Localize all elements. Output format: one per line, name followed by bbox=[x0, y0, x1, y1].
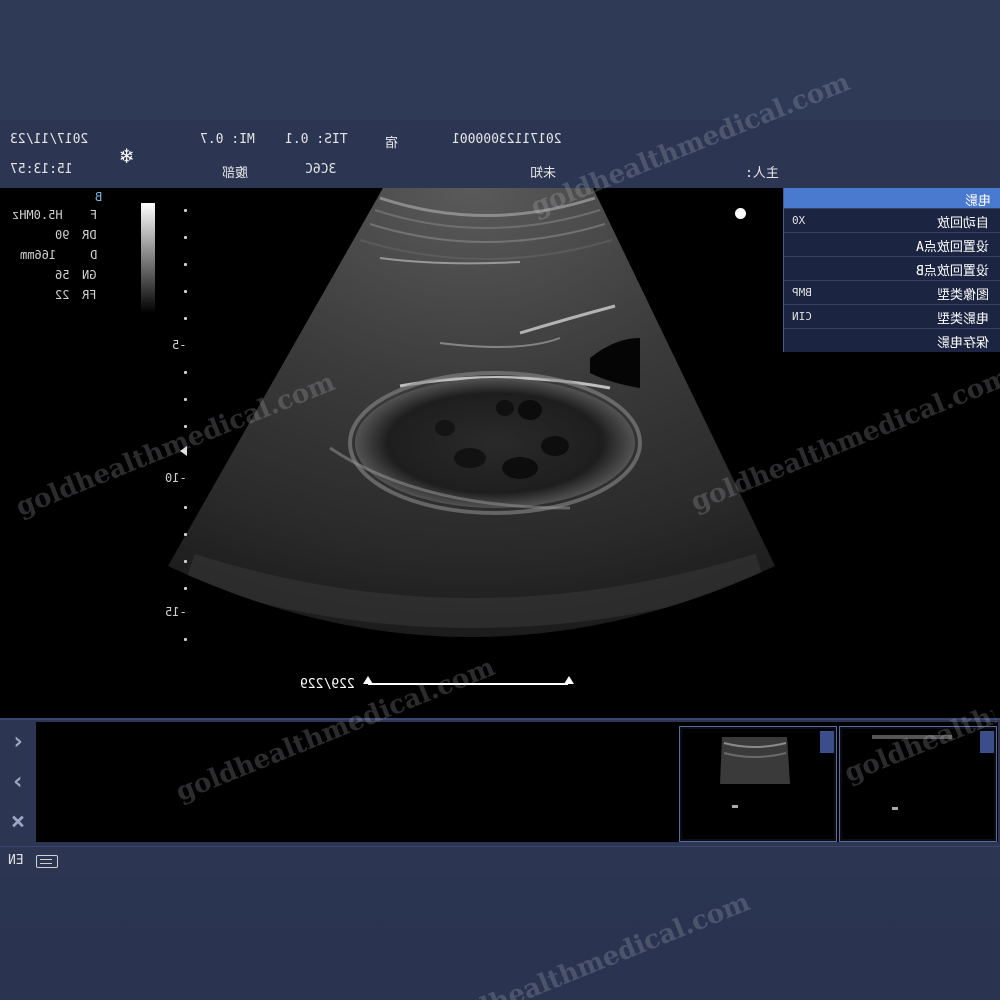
param-value-d: 166mm bbox=[20, 248, 57, 262]
param-key-f: F bbox=[90, 208, 98, 222]
exam-region: 腹部 bbox=[222, 166, 249, 181]
depth-tick bbox=[184, 506, 187, 509]
thumbnail-nav: › ‹ × bbox=[0, 720, 36, 844]
cine-end-handle[interactable] bbox=[564, 676, 574, 684]
exam-date: 2017/11/23 bbox=[10, 132, 89, 147]
menu-item-label: 图像类型 bbox=[936, 288, 989, 303]
cine-menu-title-text: 电影 bbox=[964, 194, 991, 209]
thumbnail-item[interactable] bbox=[839, 726, 997, 842]
param-key-d: D bbox=[90, 248, 98, 262]
language-indicator[interactable]: EN bbox=[8, 853, 24, 868]
depth-tick bbox=[184, 371, 187, 374]
thumbnail-preview bbox=[720, 737, 790, 808]
thumbnail-area bbox=[36, 722, 998, 842]
depth-label-10: -10 bbox=[165, 471, 187, 485]
depth-tick bbox=[184, 209, 187, 212]
mode-label: B bbox=[95, 190, 103, 204]
menu-item-value: X0 bbox=[792, 214, 806, 227]
menu-item-set-point-b[interactable]: 设置回放点B bbox=[784, 256, 1000, 280]
exam-time: 15:13:57 bbox=[10, 162, 73, 177]
depth-label-15: -15 bbox=[165, 605, 187, 619]
thumbnail-params-panel bbox=[820, 731, 834, 753]
depth-tick bbox=[184, 533, 187, 536]
depth-label-5: -5 bbox=[172, 338, 187, 352]
depth-tick bbox=[184, 560, 187, 563]
cine-frame-count: 229/229 bbox=[300, 677, 355, 692]
close-icon[interactable]: × bbox=[4, 806, 32, 836]
depth-tick bbox=[184, 290, 187, 293]
thumbnail-params-panel bbox=[980, 731, 994, 753]
next-page-icon[interactable]: › bbox=[4, 726, 32, 756]
tis-value: TIS: 0.1 bbox=[285, 132, 348, 147]
depth-tick bbox=[184, 236, 187, 239]
param-key-dr: DR bbox=[82, 228, 97, 242]
menu-item-label: 设置回放点B bbox=[916, 264, 989, 279]
depth-tick bbox=[184, 587, 187, 590]
ultrasound-screen: 2017/11/23 15:13:57 ❄ MI: 0.7 TIS: 0.1 宿… bbox=[0, 0, 1000, 1000]
menu-item-value: CIN bbox=[792, 310, 812, 323]
thumbnail-item[interactable] bbox=[679, 726, 837, 842]
patient-info-header: 2017/11/23 15:13:57 ❄ MI: 0.7 TIS: 0.1 宿… bbox=[0, 120, 1000, 188]
param-value-gn: 56 bbox=[55, 268, 70, 282]
menu-item-label: 设置回放点A bbox=[916, 240, 989, 255]
param-key-fr: FR bbox=[82, 288, 97, 302]
focus-marker-icon[interactable] bbox=[180, 446, 187, 456]
depth-tick bbox=[184, 317, 187, 320]
probe-name: 3C6C bbox=[305, 162, 337, 177]
param-key-gn: GN bbox=[82, 268, 97, 282]
thumbnail-strip: › ‹ × bbox=[0, 718, 1000, 846]
menu-item-cine-type[interactable]: 电影类型 CIN bbox=[784, 304, 1000, 328]
thumbnail-image bbox=[842, 729, 994, 839]
menu-item-save-cine[interactable]: 保存电影 bbox=[784, 328, 1000, 352]
thumbnail-image bbox=[682, 729, 834, 839]
cine-scrollbar[interactable] bbox=[368, 683, 568, 685]
menu-item-label: 自动回放 bbox=[936, 216, 989, 231]
watermark: goldhealthmedical.com bbox=[426, 887, 755, 1000]
param-value-dr: 90 bbox=[55, 228, 70, 242]
status-bar: EN bbox=[0, 846, 1000, 877]
menu-item-image-type[interactable]: 图像类型 BMP bbox=[784, 280, 1000, 304]
depth-tick bbox=[184, 398, 187, 401]
menu-item-set-point-a[interactable]: 设置回放点A bbox=[784, 232, 1000, 256]
depth-tick bbox=[184, 638, 187, 641]
cine-menu-title[interactable]: 电影 bbox=[784, 188, 1000, 209]
menu-item-auto-play[interactable]: 自动回放 X0 bbox=[784, 208, 1000, 232]
doctor-label: 主人: bbox=[745, 166, 779, 181]
menu-item-label: 电影类型 bbox=[936, 312, 989, 327]
depth-tick bbox=[184, 425, 187, 428]
grayscale-bar bbox=[141, 203, 155, 313]
cine-menu: 电影 自动回放 X0 设置回放点A 设置回放点B 图像类型 BMP 电影类型 C… bbox=[783, 188, 1000, 352]
snowflake-icon[interactable]: ❄ bbox=[120, 144, 133, 169]
keyboard-icon[interactable] bbox=[36, 855, 58, 868]
mi-value: MI: 0.7 bbox=[200, 132, 255, 147]
menu-item-value: BMP bbox=[792, 286, 812, 299]
prev-page-icon[interactable]: ‹ bbox=[4, 766, 32, 796]
thumbnail-preview bbox=[872, 735, 952, 810]
hospital-name: 宿 bbox=[385, 136, 399, 151]
menu-item-label: 保存电影 bbox=[936, 336, 989, 351]
depth-tick bbox=[184, 263, 187, 266]
patient-id: 20171123000001 bbox=[452, 132, 562, 147]
probe-orientation-icon bbox=[735, 208, 746, 219]
param-value-f: H5.0MHz bbox=[12, 208, 63, 222]
patient-name: 未知 bbox=[530, 166, 557, 181]
param-value-fr: 22 bbox=[55, 288, 70, 302]
